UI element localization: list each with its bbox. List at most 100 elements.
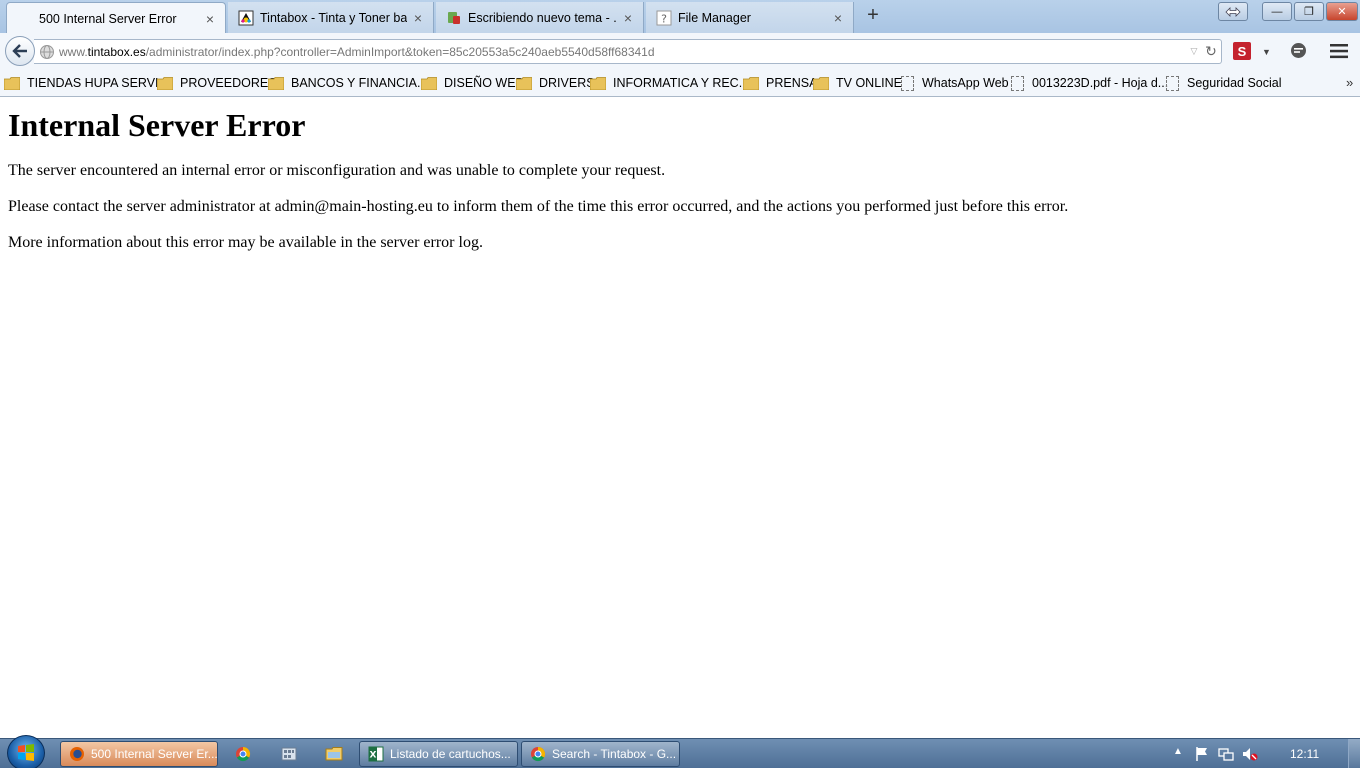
tab-file-manager[interactable]: ? File Manager × — [646, 2, 854, 33]
bookmark-folder-tv-online[interactable]: TV ONLINE — [812, 74, 902, 92]
back-arrow-icon — [12, 44, 27, 58]
taskbar-app-pin[interactable] — [278, 743, 300, 765]
app-launcher-icon — [281, 747, 297, 761]
bookmarks-overflow-button[interactable]: » — [1346, 75, 1353, 90]
page-content: Internal Server Error The server encount… — [0, 97, 1360, 738]
url-host: tintabox.es — [87, 44, 146, 59]
folder-icon — [420, 76, 438, 90]
navigation-toolbar: www.tintabox.es/administrator/index.php?… — [0, 33, 1360, 69]
system-clock[interactable]: 12:11 — [1290, 747, 1319, 761]
maximize-button[interactable]: ❐ — [1294, 2, 1324, 21]
volume-muted-icon[interactable] — [1242, 746, 1258, 762]
bookmark-folder-proveedores[interactable]: PROVEEDORES — [156, 74, 277, 92]
bookmark-pdf-hoja[interactable]: 0013223D.pdf - Hoja d... — [1011, 74, 1168, 92]
bookmark-label: Seguridad Social — [1187, 76, 1282, 90]
tab-internal-server-error[interactable]: 500 Internal Server Error × — [6, 2, 226, 34]
bookmark-label: PRENSA — [766, 76, 818, 90]
reload-icon[interactable]: ↻ — [1201, 43, 1221, 60]
tab-label: Tintabox - Tinta y Toner ba... — [260, 10, 407, 25]
network-icon[interactable] — [1218, 746, 1234, 762]
close-tab-icon[interactable]: × — [621, 10, 635, 26]
taskbar: 500 Internal Server Er... X Listado de c… — [0, 735, 1360, 768]
tray-expand-icon[interactable]: ▲ — [1170, 746, 1186, 762]
taskbar-item-firefox[interactable]: 500 Internal Server Er... — [60, 741, 218, 767]
tab-escribiendo-nuevo-tema[interactable]: Escribiendo nuevo tema - ... × — [436, 2, 644, 33]
log-message: More information about this error may be… — [8, 234, 483, 251]
taskbar-item-chrome[interactable]: Search - Tintabox - G... — [521, 741, 680, 767]
tab-label: File Manager — [678, 10, 751, 25]
folder-icon — [589, 76, 607, 90]
taskbar-item-label: 500 Internal Server Er... — [91, 747, 218, 761]
question-mark-icon: ? — [656, 10, 672, 26]
error-message: The server encountered an internal error… — [8, 162, 666, 179]
minimize-button[interactable]: — — [1262, 2, 1292, 21]
hamburger-menu-icon[interactable] — [1330, 43, 1348, 59]
bookmark-label: 0013223D.pdf - Hoja d... — [1032, 76, 1169, 90]
tab-tintabox[interactable]: Tintabox - Tinta y Toner ba... × — [228, 2, 434, 33]
new-tab-button[interactable]: + — [862, 5, 884, 27]
folder-icon — [812, 76, 830, 90]
taskbar-item-excel[interactable]: X Listado de cartuchos... — [359, 741, 518, 767]
chat-icon[interactable] — [1290, 42, 1307, 59]
bookmark-label: TV ONLINE — [836, 76, 902, 90]
bookmarks-toolbar: TIENDAS HUPA SERVI... PROVEEDORES BANCOS… — [0, 69, 1360, 97]
close-tab-icon[interactable]: × — [831, 10, 845, 26]
tab-strip: 500 Internal Server Error × Tintabox - T… — [0, 0, 1360, 34]
chrome-icon — [531, 746, 546, 762]
show-desktop-button[interactable] — [1348, 739, 1360, 768]
bookmark-folder-drivers[interactable]: DRIVERS — [515, 74, 595, 92]
addon-s-button[interactable]: S — [1233, 42, 1251, 60]
firefox-icon — [70, 747, 84, 761]
tintabox-logo-icon — [238, 10, 254, 26]
page-icon — [1011, 75, 1024, 91]
bookmark-label: WhatsApp Web — [922, 76, 1009, 90]
bookmark-label: DRIVERS — [539, 76, 595, 90]
resize-arrows-icon — [1225, 6, 1241, 17]
page-icon — [901, 75, 914, 91]
contact-message: Please contact the server administrator … — [8, 198, 1069, 215]
bookmark-folder-tiendas-hupa[interactable]: TIENDAS HUPA SERVI... — [3, 74, 169, 92]
action-center-flag-icon[interactable] — [1194, 746, 1210, 762]
folder-explorer-icon — [325, 747, 343, 761]
folder-icon — [515, 76, 533, 90]
start-button[interactable] — [7, 735, 45, 768]
forum-icon — [446, 10, 462, 26]
bookmark-seguridad-social[interactable]: Seguridad Social — [1166, 74, 1282, 92]
bookmark-label: BANCOS Y FINANCIA... — [291, 76, 428, 90]
taskbar-item-label: Listado de cartuchos... — [390, 747, 511, 761]
url-path: /administrator/index.php?controller=Admi… — [145, 44, 655, 59]
url-history-dropdown-icon[interactable]: ▽ — [1187, 46, 1201, 57]
folder-icon — [156, 76, 174, 90]
close-window-button[interactable]: ✕ — [1326, 2, 1358, 21]
bookmark-label: PROVEEDORES — [180, 76, 277, 90]
globe-icon[interactable] — [39, 44, 55, 60]
bookmark-whatsapp-web[interactable]: WhatsApp Web — [901, 74, 1009, 92]
folder-icon — [742, 76, 760, 90]
close-tab-icon[interactable]: × — [411, 10, 425, 26]
addon-dropdown-icon[interactable]: ▼ — [1262, 47, 1271, 57]
bookmark-folder-informatica[interactable]: INFORMATICA Y REC... — [589, 74, 749, 92]
url-prefix: www. — [59, 44, 88, 59]
bookmark-label: TIENDAS HUPA SERVI... — [27, 76, 169, 90]
windows-logo-icon — [18, 744, 34, 761]
bookmark-folder-diseno-web[interactable]: DISEÑO WEB — [420, 74, 524, 92]
back-button[interactable] — [5, 36, 35, 66]
taskbar-item-label: Search - Tintabox - G... — [552, 747, 677, 761]
tab-label: 500 Internal Server Error — [39, 11, 177, 26]
close-tab-icon[interactable]: × — [203, 11, 217, 27]
taskbar-chrome-pin[interactable] — [232, 743, 254, 765]
svg-text:?: ? — [661, 12, 667, 25]
page-title: Internal Server Error — [8, 107, 306, 143]
chrome-icon — [236, 746, 251, 762]
folder-icon — [3, 76, 21, 90]
bookmark-folder-prensa[interactable]: PRENSA — [742, 74, 818, 92]
bookmark-folder-bancos[interactable]: BANCOS Y FINANCIA... — [267, 74, 428, 92]
bookmark-label: DISEÑO WEB — [444, 76, 524, 90]
blank-page-icon — [17, 11, 33, 27]
url-bar[interactable]: www.tintabox.es/administrator/index.php?… — [34, 39, 1222, 64]
restore-size-button[interactable] — [1218, 2, 1248, 21]
taskbar-explorer-pin[interactable] — [323, 743, 345, 765]
svg-text:X: X — [370, 751, 377, 761]
url-text[interactable]: www.tintabox.es/administrator/index.php?… — [59, 45, 1187, 59]
tab-label: Escribiendo nuevo tema - ... — [468, 10, 617, 25]
